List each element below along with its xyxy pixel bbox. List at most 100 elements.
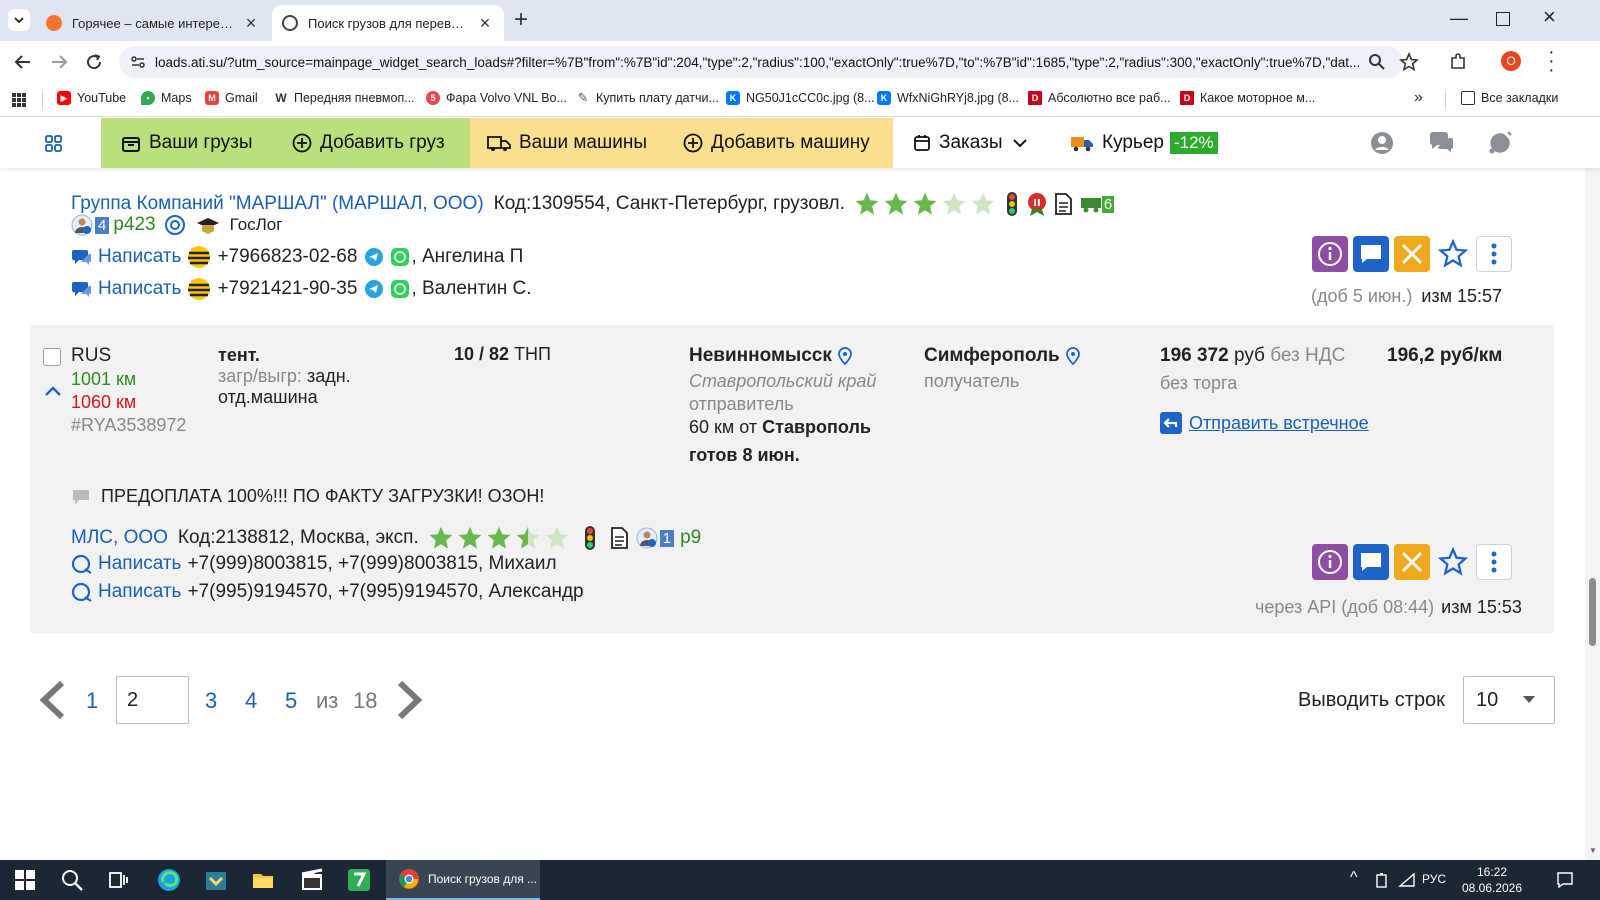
bookmark-maps[interactable]: • Maps — [141, 91, 192, 105]
clock[interactable]: 16:22 08.06.2026 — [1457, 864, 1527, 896]
site-info-icon[interactable] — [130, 54, 146, 70]
page-4[interactable]: 4 — [245, 688, 257, 714]
tab-hot[interactable]: Горячее – самые интересные × — [36, 5, 270, 41]
info-button[interactable] — [1312, 544, 1348, 580]
favorite-button[interactable] — [1435, 544, 1471, 580]
load-select-checkbox[interactable] — [43, 348, 61, 366]
minimize-button[interactable]: — — [1450, 8, 1468, 29]
company-link[interactable]: МЛС, ООО — [71, 527, 168, 549]
bookmark-gmail[interactable]: M Gmail — [205, 91, 258, 105]
battery-icon[interactable] — [1374, 872, 1390, 888]
green-app-icon[interactable] — [347, 868, 371, 892]
hide-button[interactable] — [1394, 236, 1430, 272]
scroll-down-icon[interactable]: ▼ — [1589, 846, 1597, 855]
new-tab-button[interactable]: + — [514, 6, 528, 34]
reload-icon[interactable] — [85, 53, 103, 71]
input-language[interactable]: РУС — [1422, 872, 1446, 886]
file-explorer-icon[interactable] — [251, 868, 275, 892]
contact-phones[interactable]: +7(999)8003815, +7(999)8003815, Михаил — [187, 553, 556, 575]
user-account-icon[interactable] — [1370, 131, 1394, 155]
hide-button[interactable] — [1394, 544, 1430, 580]
write-link[interactable]: Написать — [98, 581, 181, 603]
messages-icon[interactable] — [1428, 131, 1454, 155]
add-load-button[interactable]: Добавить груз — [292, 118, 445, 168]
page-3[interactable]: 3 — [205, 688, 217, 714]
rows-per-page-select[interactable]: 10 — [1463, 676, 1555, 724]
tab-list-button[interactable] — [8, 9, 30, 31]
to-city[interactable]: Симферополь — [924, 345, 1060, 367]
extensions-icon[interactable] — [1448, 52, 1468, 72]
taskbar-chrome-window[interactable]: Поиск грузов для ... — [386, 860, 540, 900]
store-icon[interactable] — [204, 868, 228, 892]
forward-arrow-icon[interactable] — [50, 53, 68, 71]
search-icon[interactable] — [60, 868, 84, 892]
wifi-icon[interactable] — [1398, 872, 1416, 888]
bookmark-pneumo[interactable]: W Передняя пневмоп... — [274, 91, 415, 105]
services-grid-icon[interactable] — [45, 135, 62, 152]
page-5[interactable]: 5 — [285, 688, 297, 714]
notifications-bell-icon[interactable] — [1487, 130, 1513, 156]
bookmark-drive2-2[interactable]: D Какое моторное м... — [1180, 91, 1315, 105]
whatsapp-icon[interactable] — [391, 280, 410, 298]
phone-number[interactable]: +7921421-90-35 — [217, 278, 357, 300]
bookmark-volvo[interactable]: 5 Фара Volvo VNL Bo... — [426, 91, 567, 105]
maximize-button[interactable] — [1496, 12, 1510, 26]
edge-icon[interactable] — [157, 868, 181, 892]
notification-center-icon[interactable] — [1556, 871, 1574, 889]
page-scrollbar[interactable]: ▲ ▼ — [1585, 118, 1600, 860]
telegram-icon[interactable] — [365, 248, 384, 266]
chevron-up-icon[interactable] — [44, 385, 62, 397]
more-actions-button[interactable] — [1476, 236, 1512, 272]
tab-loads-search[interactable]: Поиск грузов для перевозки н × — [272, 5, 504, 41]
more-bookmarks-icon[interactable]: » — [1414, 89, 1423, 107]
telegram-icon[interactable] — [365, 280, 384, 298]
bookmark-sensor[interactable]: ✎ Купить плату датчи... — [576, 90, 719, 105]
write-link[interactable]: Написать — [98, 553, 181, 575]
address-bar[interactable]: loads.ati.su/?utm_source=mainpage_widget… — [119, 46, 1403, 78]
favorite-button[interactable] — [1435, 236, 1471, 272]
write-link[interactable]: Написать — [98, 246, 181, 268]
courier-button[interactable]: Курьер -12% — [1070, 118, 1218, 168]
next-page-icon[interactable] — [396, 680, 424, 720]
load-id[interactable]: #RYA3538972 — [71, 415, 186, 436]
prev-page-icon[interactable] — [38, 680, 66, 720]
bookmark-star-icon[interactable] — [1399, 52, 1419, 72]
contact-phones[interactable]: +7(995)9194570, +7(995)9194570, Александ… — [187, 581, 583, 603]
write-link[interactable]: Написать — [98, 278, 181, 300]
message-button[interactable] — [1353, 544, 1389, 580]
company-link[interactable]: Группа Компаний "МАРШАЛ" (МАРШАЛ, ООО) — [71, 193, 484, 215]
whatsapp-icon[interactable] — [391, 248, 410, 266]
profile-avatar[interactable]: O — [1501, 51, 1521, 71]
your-trucks-button[interactable]: Ваши машины — [487, 118, 647, 168]
windows-start-icon[interactable] — [13, 868, 37, 892]
phone-number[interactable]: +7966823-02-68 — [217, 246, 357, 268]
bookmark-vk-1[interactable]: K NG50J1cCC0c.jpg (8... — [726, 91, 875, 105]
page-input[interactable]: 2 — [116, 676, 189, 724]
from-city[interactable]: Невинномысск — [689, 345, 832, 367]
scrollbar-thumb[interactable] — [1589, 578, 1596, 646]
apps-grid-icon[interactable] — [11, 92, 27, 108]
location-pin-icon[interactable] — [837, 347, 852, 365]
browser-menu-icon[interactable]: · · · — [1548, 42, 1555, 80]
all-bookmarks[interactable]: Все закладки — [1461, 91, 1558, 105]
zoom-icon[interactable] — [1368, 53, 1386, 71]
counter-offer-button[interactable]: Отправить встречное — [1160, 412, 1369, 434]
info-button[interactable] — [1312, 236, 1348, 272]
close-window-button[interactable]: × — [1543, 4, 1556, 30]
media-app-icon[interactable] — [300, 868, 324, 892]
bookmark-youtube[interactable]: ▶ YouTube — [57, 91, 126, 105]
bookmark-drive2-1[interactable]: D Абсолютно все раб... — [1028, 91, 1171, 105]
orders-menu[interactable]: Заказы — [913, 118, 1027, 168]
close-tab-icon[interactable]: × — [476, 13, 494, 34]
back-arrow-icon[interactable] — [14, 53, 32, 71]
task-view-icon[interactable] — [106, 868, 130, 892]
your-loads-button[interactable]: Ваши грузы — [121, 118, 253, 168]
page-1[interactable]: 1 — [86, 688, 98, 714]
tray-chevron-icon[interactable]: ^ — [1350, 869, 1358, 887]
location-pin-icon[interactable] — [1065, 347, 1080, 365]
add-truck-button[interactable]: Добавить машину — [683, 118, 870, 168]
close-tab-icon[interactable]: × — [242, 13, 260, 34]
more-actions-button[interactable] — [1476, 544, 1512, 580]
message-button[interactable] — [1353, 236, 1389, 272]
bookmark-vk-2[interactable]: K WfxNiGhRYj8.jpg (8... — [877, 91, 1019, 105]
